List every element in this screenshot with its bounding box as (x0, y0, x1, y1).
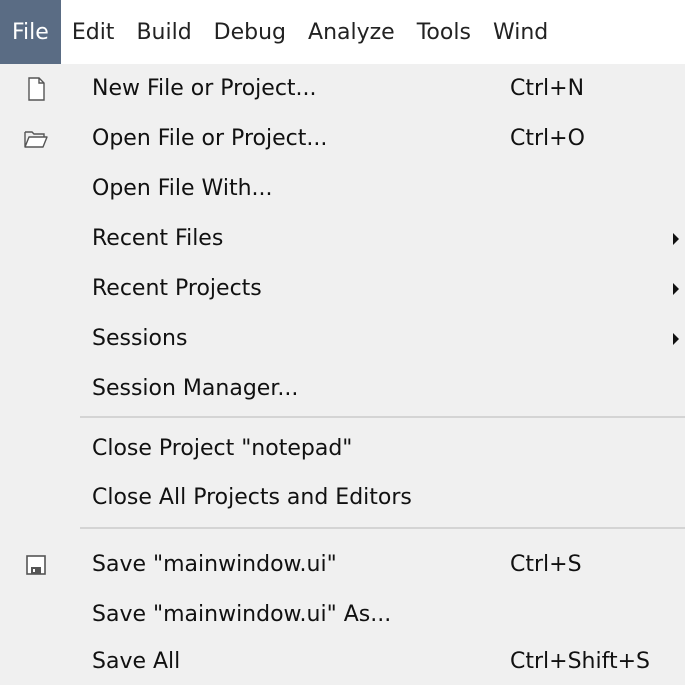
menu-item-label: Sessions (92, 326, 188, 351)
save-icon (22, 552, 50, 578)
menu-separator (80, 527, 685, 529)
menu-tools[interactable]: Tools (406, 0, 482, 64)
menu-build[interactable]: Build (125, 0, 202, 64)
submenu-arrow-icon (673, 333, 679, 345)
menu-item-open-file-or-project[interactable]: Open File or Project... Ctrl+O (0, 114, 685, 164)
menu-item-label: Save "mainwindow.ui" (92, 552, 337, 577)
menu-item-shortcut: Ctrl+S (510, 552, 582, 577)
open-folder-icon (22, 126, 50, 152)
menu-item-session-manager[interactable]: Session Manager... (0, 364, 685, 414)
submenu-arrow-icon (673, 283, 679, 295)
menu-item-close-all-projects-and-editors[interactable]: Close All Projects and Editors (0, 473, 685, 523)
menu-item-label: New File or Project... (92, 76, 317, 101)
menu-item-recent-projects[interactable]: Recent Projects (0, 264, 685, 314)
menu-window[interactable]: Wind (482, 0, 559, 64)
new-file-icon (22, 76, 50, 102)
menu-separator (80, 416, 685, 418)
menu-item-shortcut: Ctrl+O (510, 126, 585, 151)
menu-edit[interactable]: Edit (61, 0, 126, 64)
menu-item-label: Save All (92, 649, 181, 674)
menu-item-new-file-or-project[interactable]: New File or Project... Ctrl+N (0, 64, 685, 114)
menu-analyze[interactable]: Analyze (297, 0, 406, 64)
menu-item-save-all[interactable]: Save All Ctrl+Shift+S (0, 637, 685, 687)
menu-item-label: Open File With... (92, 176, 273, 201)
menu-debug[interactable]: Debug (203, 0, 297, 64)
menu-bar: File Edit Build Debug Analyze Tools Wind (0, 0, 685, 64)
menu-item-label: Recent Files (92, 226, 224, 251)
menu-item-label: Close All Projects and Editors (92, 485, 412, 510)
menu-item-shortcut: Ctrl+N (510, 76, 585, 101)
submenu-arrow-icon (673, 233, 679, 245)
menu-item-save-as[interactable]: Save "mainwindow.ui" As... (0, 590, 685, 640)
menu-item-save[interactable]: Save "mainwindow.ui" Ctrl+S (0, 540, 685, 590)
menu-item-shortcut: Ctrl+Shift+S (510, 649, 650, 674)
menu-item-label: Recent Projects (92, 276, 262, 301)
menu-item-sessions[interactable]: Sessions (0, 314, 685, 364)
file-menu-dropdown: New File or Project... Ctrl+N Open File … (0, 64, 685, 685)
menu-item-label: Session Manager... (92, 376, 299, 401)
menu-item-label: Save "mainwindow.ui" As... (92, 602, 392, 627)
menu-item-close-project[interactable]: Close Project "notepad" (0, 424, 685, 474)
menu-file[interactable]: File (0, 0, 61, 64)
menu-item-label: Open File or Project... (92, 126, 328, 151)
menu-item-recent-files[interactable]: Recent Files (0, 214, 685, 264)
menu-item-label: Close Project "notepad" (92, 436, 353, 461)
menu-item-open-file-with[interactable]: Open File With... (0, 164, 685, 214)
